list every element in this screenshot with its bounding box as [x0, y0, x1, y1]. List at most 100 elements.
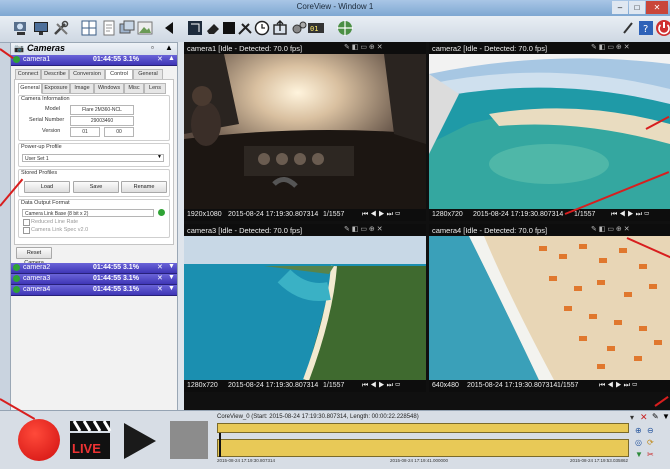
resolution: 1920x1080 [187, 211, 222, 218]
trim-icon[interactable]: ✂ [647, 450, 654, 459]
camera-info-title: Camera Information [21, 96, 70, 102]
expand-icon[interactable]: ▼ [168, 285, 175, 292]
subtab-lens[interactable]: Lens [144, 83, 166, 94]
play-button[interactable] [120, 421, 160, 461]
close-button[interactable]: ✕ [646, 1, 668, 14]
link-spec-checkbox[interactable] [23, 227, 30, 234]
record-view-icon[interactable] [186, 19, 204, 37]
tools-small-icon[interactable]: ✕ [157, 263, 163, 271]
resolution: 1280x720 [187, 382, 218, 389]
maximize-button[interactable]: □ [629, 1, 645, 14]
export-icon[interactable] [271, 19, 289, 37]
model-field: Flare 2M360-NCL [70, 105, 134, 115]
multi-window-icon[interactable] [118, 19, 136, 37]
subtab-windows[interactable]: Windows [94, 83, 124, 94]
zoom-controls: ⊕ ⊖ ◎ ⟳ ▼ ✂ [633, 424, 669, 466]
timeline-track[interactable] [217, 439, 629, 457]
camera-row-2[interactable]: camera2 01:44:55 3.1% ✕ ▼ [11, 263, 177, 274]
load-button[interactable]: Load [24, 181, 70, 193]
output-format-select[interactable]: Camera Link Base (8 bit x 2) [22, 209, 154, 217]
expand-icon[interactable]: ▼ [168, 274, 175, 281]
collapse-arrow-icon[interactable] [160, 19, 178, 37]
video-header-3: camera3 [Idle - Detected: 70.0 fps] ✎ ◧ … [184, 224, 426, 236]
recording-bar: LIVE CoreView_0 (Start: 2015-08-24 17:19… [0, 410, 670, 469]
document-icon[interactable] [100, 19, 118, 37]
timeline-start-label: 2015-08-24 17:19:30.807314 [217, 458, 276, 463]
camera3-feed[interactable] [184, 236, 426, 380]
zoom-out-icon[interactable]: ⊖ [647, 426, 654, 435]
wrench-icon[interactable] [236, 19, 254, 37]
settings-gears-icon[interactable] [290, 19, 308, 37]
chevron-down-icon[interactable]: ▼ [157, 154, 162, 160]
live-clapper-button[interactable]: LIVE [68, 417, 112, 461]
playback-controls[interactable]: ⏮ ◀ ▶ ⏭ ▭ [599, 382, 637, 390]
camera4-feed[interactable] [429, 236, 670, 380]
tools-small-icon[interactable]: ✕ [157, 274, 163, 282]
crosshair-icon[interactable] [336, 19, 354, 37]
panel-collapse-icon[interactable]: ▲ [165, 43, 173, 52]
camera-time: 01:44:55 3.1% [93, 56, 139, 63]
minimize-button[interactable]: – [612, 1, 628, 14]
tools-small-icon[interactable]: ✕ [157, 55, 163, 63]
timeline-cursor[interactable] [219, 433, 221, 457]
subtab-image[interactable]: Image [70, 83, 94, 94]
zoom-fit-icon[interactable]: ◎ [635, 438, 642, 447]
timeline-collapse-icon[interactable]: ▼ [662, 412, 670, 421]
reduced-rate-label: Reduced Line Rate [31, 219, 79, 225]
camera-tree-icon[interactable] [12, 19, 30, 37]
expand-icon[interactable]: ▼ [168, 263, 175, 270]
tools-icon[interactable] [52, 19, 70, 37]
playback-controls[interactable]: ⏮ ◀ ▶ ⏭ ▭ [362, 211, 400, 219]
stop-button[interactable] [170, 421, 208, 459]
camera-row-4[interactable]: camera4 01:44:55 3.1% ✕ ▼ [11, 285, 177, 296]
camera1-feed[interactable] [184, 54, 426, 209]
camera-row-3[interactable]: camera3 01:44:55 3.1% ✕ ▼ [11, 274, 177, 285]
help-icon[interactable]: ? [637, 19, 655, 37]
brush-icon[interactable] [620, 19, 638, 37]
timeline-track-top[interactable] [217, 423, 629, 433]
view-tool-icons[interactable]: ✎ ◧ ▭ ⊕ ✕ [591, 225, 630, 233]
filter-icon[interactable]: ▼ [635, 450, 643, 459]
dropdown-icon[interactable]: ▾ [630, 413, 634, 422]
view-tool-icons[interactable]: ✎ ◧ ▭ ⊕ ✕ [344, 43, 383, 51]
close-timeline-icon[interactable]: ✕ [640, 412, 648, 423]
cameras-panel: 📷 Cameras ▫ ▲ camera1 01:44:55 3.1% ✕ ▲ … [10, 42, 178, 412]
main-toolbar: 01 ? [0, 16, 670, 43]
gallery-icon[interactable] [136, 19, 154, 37]
powerup-select[interactable]: User Set 1 [22, 154, 164, 162]
playback-controls[interactable]: ⏮ ◀ ▶ ⏭ ▭ [611, 211, 649, 219]
grid-layout-icon[interactable] [80, 19, 98, 37]
output-format-title: Data Output Format [21, 200, 70, 206]
camera-row-1[interactable]: camera1 01:44:55 3.1% ✕ ▲ [11, 55, 177, 66]
view-tool-icons[interactable]: ✎ ◧ ▭ ⊕ ✕ [344, 225, 383, 233]
reduced-rate-checkbox[interactable] [23, 219, 30, 226]
timestamp: 2015-08-24 17:19:30.807314 [473, 211, 564, 218]
frame-counter: 1/1557 [557, 382, 579, 389]
save-button[interactable]: Save [73, 181, 119, 193]
numeric-display-icon[interactable]: 01 [307, 19, 325, 37]
panel-doc-icon[interactable]: ▫ [151, 43, 154, 52]
power-icon[interactable] [655, 19, 670, 37]
tools-small-icon[interactable]: ✕ [157, 285, 163, 293]
version-field-a: 01 [70, 127, 100, 137]
zoom-in-icon[interactable]: ⊕ [635, 426, 642, 435]
panel-title: Cameras [27, 43, 66, 53]
reset-camera-button[interactable]: Reset Camera [16, 247, 52, 266]
monitor-icon[interactable] [32, 19, 50, 37]
view-tool-icons[interactable]: ✎ ◧ ▭ ⊕ ✕ [591, 43, 630, 51]
collapse-icon[interactable]: ▲ [168, 55, 175, 62]
panel-header: 📷 Cameras ▫ ▲ [11, 43, 177, 55]
subtab-general[interactable]: General [18, 83, 42, 94]
rename-button[interactable]: Rename [121, 181, 167, 193]
subtab-exposure[interactable]: Exposure [42, 83, 70, 94]
playback-controls[interactable]: ⏮ ◀ ▶ ⏭ ▭ [362, 382, 400, 390]
camera-time: 01:44:55 3.1% [93, 286, 139, 293]
video-footer-2: 1280x720 2015-08-24 17:19:30.807314 1/15… [429, 209, 670, 221]
clock-icon[interactable] [253, 19, 271, 37]
record-button[interactable] [18, 419, 60, 461]
check-icon [13, 275, 20, 282]
panel-splitter[interactable] [177, 42, 184, 410]
refresh-icon[interactable]: ⟳ [647, 438, 654, 447]
timeline-tools-icon[interactable]: ✎ [652, 412, 659, 421]
subtab-misc[interactable]: Misc [124, 83, 144, 94]
